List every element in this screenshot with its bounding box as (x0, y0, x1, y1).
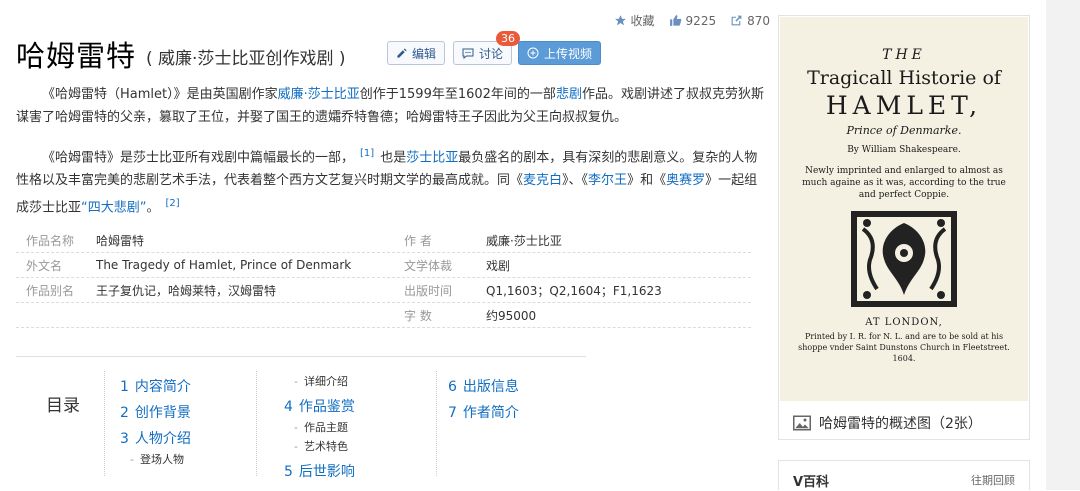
like-button[interactable]: 9225 (669, 13, 717, 28)
link-shakespeare[interactable]: 威廉·莎士比亚 (278, 87, 360, 102)
star-icon (614, 15, 626, 26)
cover-line: Tragicall Historie of (807, 67, 1001, 89)
cover-line: Printed by I. R. for N. L. and are to be… (798, 332, 1010, 363)
info-value: Q1,1603；Q2,1604；F1,1623 (486, 283, 662, 298)
upload-video-button[interactable]: 上传视频 (518, 41, 602, 65)
info-value[interactable]: 威廉·莎士比亚 (486, 232, 562, 249)
info-key: 作品别名 (26, 283, 75, 298)
share-button[interactable]: 870 (730, 14, 770, 28)
cover-line: By William Shakespeare. (847, 145, 961, 155)
like-count: 9225 (685, 13, 717, 28)
toc-subitem-details[interactable]: - 详细介绍 (294, 373, 348, 389)
toc-item-5[interactable]: 5 后世影响 (284, 461, 355, 481)
info-value: 王子复仇记，哈姆莱特，汉姆雷特 (96, 283, 277, 298)
thumbs-up-icon (669, 15, 681, 26)
info-value: 戏剧 (486, 258, 511, 273)
hamlet-cover-image[interactable]: THE Tragicall Historie of HAMLET, Prince… (780, 17, 1028, 401)
entry-title: 哈姆雷特 ( 威廉·莎士比亚创作戏剧 ) (16, 33, 346, 75)
stats-bar: 收藏 9225 870 (614, 12, 770, 29)
info-key: 字 数 (404, 308, 432, 323)
album-caption[interactable]: 哈姆雷特的概述图（2张） (779, 408, 1029, 438)
toc-item-2[interactable]: 2 创作背景 (120, 402, 191, 422)
toc-label: 目录 (46, 396, 80, 416)
printer-ornament-icon (851, 211, 957, 307)
link-king-lear[interactable]: 李尔王 (588, 173, 627, 188)
page-gutter (1046, 0, 1080, 490)
info-row: 作品别名 王子复仇记，哈姆莱特，汉姆雷特 出版时间 Q1,1603；Q2,160… (16, 278, 751, 303)
discuss-label: 讨论 (479, 46, 504, 61)
info-value: 约95000 (486, 308, 537, 323)
info-key: 外文名 (26, 258, 63, 273)
link-macbeth[interactable]: 麦克白 (523, 173, 562, 188)
table-of-contents: 目录 1 内容简介 2 创作背景 3 人物介绍 - 登场人物 - 详细介绍 4 作品鉴赏 -… (16, 356, 586, 491)
past-issues-link[interactable]: 往期回顾 (971, 472, 1015, 488)
info-row: 作品名称 哈姆雷特 作 者 威廉·莎士比亚 (16, 228, 751, 253)
info-key: 文学体裁 (404, 258, 453, 273)
share-count: 870 (747, 13, 770, 28)
cover-line: THE (882, 47, 926, 63)
page-title: 哈姆雷特 (16, 39, 137, 73)
reference-1[interactable]: [1] (360, 148, 374, 159)
toc-item-6[interactable]: 6 出版信息 (448, 376, 519, 396)
cover-line: Prince of Denmarke. (846, 124, 962, 137)
cover-line: Newly imprinted and enlarged to almost a… (802, 166, 1006, 200)
info-value: The Tragedy of Hamlet, Prince of Denmark (96, 258, 352, 272)
toc-subitem-characters[interactable]: - 登场人物 (130, 451, 184, 467)
page-subtitle: ( 威廉·莎士比亚创作戏剧 ) (146, 48, 346, 69)
toc-subitem-art[interactable]: - 艺术特色 (294, 438, 348, 454)
info-row: 字 数 约95000 (16, 303, 751, 328)
share-icon (731, 15, 742, 26)
v-baike-title: V百科 (793, 475, 830, 490)
image-gallery-icon (793, 415, 811, 431)
toc-item-7[interactable]: 7 作者简介 (448, 402, 519, 422)
favorite-label: 收藏 (630, 14, 655, 28)
summary-paragraph-1: 《哈姆雷特（Hamlet）》是由英国剧作家威廉·莎士比亚创作于1599年至160… (16, 87, 764, 125)
link-four-tragedies[interactable]: “四大悲剧” (81, 201, 146, 216)
pencil-icon (397, 47, 407, 58)
cover-line: AT LONDON, (865, 317, 943, 328)
link-othello[interactable]: 奥赛罗 (666, 173, 705, 188)
toc-item-3[interactable]: 3 人物介绍 (120, 428, 191, 448)
cover-line: HAMLET, (825, 91, 983, 120)
info-key: 作品名称 (26, 233, 75, 248)
info-key: 作 者 (404, 233, 432, 248)
upload-video-label: 上传视频 (544, 46, 593, 61)
favorite-button[interactable]: 收藏 (614, 12, 655, 29)
chat-icon (462, 48, 474, 59)
info-value: 哈姆雷特 (96, 233, 145, 248)
toc-divider (104, 371, 106, 476)
summary-paragraph-2: 《哈姆雷特》是莎士比亚所有戏剧中篇幅最长的一部， [1] 也是莎士比亚最负盛名的剧本… (16, 148, 758, 216)
toc-divider (436, 371, 438, 476)
edit-label: 编辑 (412, 46, 437, 61)
toc-divider (256, 371, 258, 476)
toc-item-1[interactable]: 1 内容简介 (120, 376, 191, 396)
discuss-count-badge: 36 (496, 31, 520, 46)
link-tragedy[interactable]: 悲剧 (556, 87, 582, 102)
v-baike-panel: V百科 往期回顾 (778, 460, 1030, 490)
info-row: 外文名 The Tragedy of Hamlet, Prince of Den… (16, 253, 751, 278)
summary-album[interactable]: THE Tragicall Historie of HAMLET, Prince… (778, 15, 1030, 440)
toc-subitem-theme[interactable]: - 作品主题 (294, 419, 348, 435)
plus-circle-icon (527, 47, 539, 59)
toc-item-4[interactable]: 4 作品鉴赏 (284, 396, 355, 416)
edit-button[interactable]: 编辑 (387, 41, 446, 65)
basic-info-table: 作品名称 哈姆雷特 作 者 威廉·莎士比亚 外文名 The Tragedy of… (16, 228, 751, 328)
album-caption-text: 哈姆雷特的概述图（2张） (819, 416, 982, 432)
info-key: 出版时间 (404, 283, 453, 298)
reference-2[interactable]: [2] (166, 198, 180, 209)
link-shakespeare-2[interactable]: 莎士比亚 (406, 150, 458, 165)
